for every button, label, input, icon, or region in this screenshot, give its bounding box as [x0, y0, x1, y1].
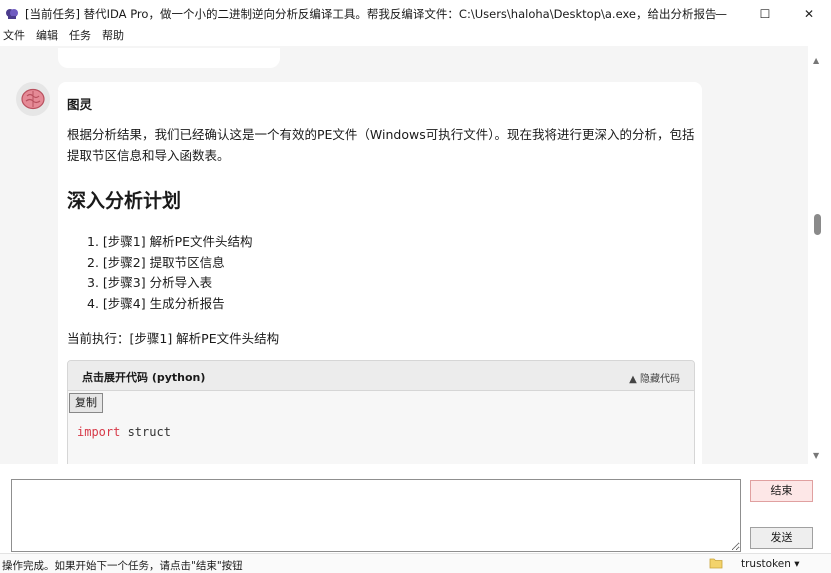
- status-bar: 操作完成。如果开始下一个任务，请点击"结束"按钮 trustoken ▾: [0, 553, 831, 573]
- step-item: 2. [步骤2] 提取节区信息: [87, 254, 225, 270]
- previous-message-bubble: [58, 48, 280, 68]
- send-button[interactable]: 发送: [750, 527, 813, 549]
- avatar: [16, 82, 50, 116]
- assistant-message: 图灵 根据分析结果，我们已经确认这是一个有效的PE文件（Windows可执行文件…: [58, 82, 702, 464]
- token-selector[interactable]: trustoken ▾: [741, 558, 800, 570]
- title-bar: [当前任务] 替代IDA Pro，做一个小的二进制逆向分析反编译工具。帮我反编译…: [0, 0, 831, 28]
- menu-bar: 文件 编辑 任务 帮助: [0, 28, 831, 44]
- menu-task[interactable]: 任务: [66, 28, 91, 44]
- message-input[interactable]: [11, 479, 741, 552]
- plan-steps: 1. [步骤1] 解析PE文件头结构 2. [步骤2] 提取节区信息 3. [步…: [87, 232, 253, 314]
- menu-file[interactable]: 文件: [0, 28, 25, 44]
- plan-heading: 深入分析计划: [67, 190, 182, 212]
- scroll-up-icon[interactable]: ▲: [813, 56, 819, 65]
- step-item: 4. [步骤4] 生成分析报告: [87, 295, 225, 311]
- close-button[interactable]: ✕: [787, 0, 831, 28]
- code-keyword: import: [77, 425, 121, 439]
- minimize-button[interactable]: —: [699, 0, 743, 28]
- window-controls: — ☐ ✕: [699, 0, 831, 28]
- app-brain-icon: [6, 9, 18, 19]
- code-line: import struct: [77, 425, 171, 439]
- menu-edit[interactable]: 编辑: [33, 28, 58, 44]
- status-message: 操作完成。如果开始下一个任务，请点击"结束"按钮: [2, 560, 243, 572]
- folder-icon[interactable]: [709, 557, 723, 569]
- current-step: 当前执行：[步骤1] 解析PE文件头结构: [67, 331, 280, 346]
- maximize-button[interactable]: ☐: [743, 0, 787, 28]
- brain-icon: [21, 88, 45, 110]
- sender-name: 图灵: [67, 97, 93, 112]
- end-button[interactable]: 结束: [750, 480, 813, 502]
- scrollbar-thumb[interactable]: [814, 214, 821, 235]
- window-title: [当前任务] 替代IDA Pro，做一个小的二进制逆向分析反编译工具。帮我反编译…: [25, 7, 717, 21]
- scroll-down-icon[interactable]: ▼: [813, 451, 819, 460]
- chat-area[interactable]: 图灵 根据分析结果，我们已经确认这是一个有效的PE文件（Windows可执行文件…: [0, 46, 808, 464]
- code-module: struct: [120, 425, 171, 439]
- menu-help[interactable]: 帮助: [99, 28, 124, 44]
- step-item: 1. [步骤1] 解析PE文件头结构: [87, 234, 253, 249]
- code-block: 点击展开代码 (python) ▲ 隐藏代码 复制 import struct: [67, 360, 695, 464]
- copy-button[interactable]: 复制: [69, 393, 103, 413]
- hide-code-toggle[interactable]: ▲ 隐藏代码: [629, 370, 680, 385]
- code-expand-title[interactable]: 点击展开代码 (python): [82, 369, 205, 385]
- message-intro: 根据分析结果，我们已经确认这是一个有效的PE文件（Windows可执行文件）。现…: [67, 127, 695, 163]
- chat-scrollbar[interactable]: ▲ ▼: [808, 46, 830, 464]
- step-item: 3. [步骤3] 分析导入表: [87, 275, 213, 290]
- code-header[interactable]: 点击展开代码 (python) ▲ 隐藏代码: [68, 361, 694, 391]
